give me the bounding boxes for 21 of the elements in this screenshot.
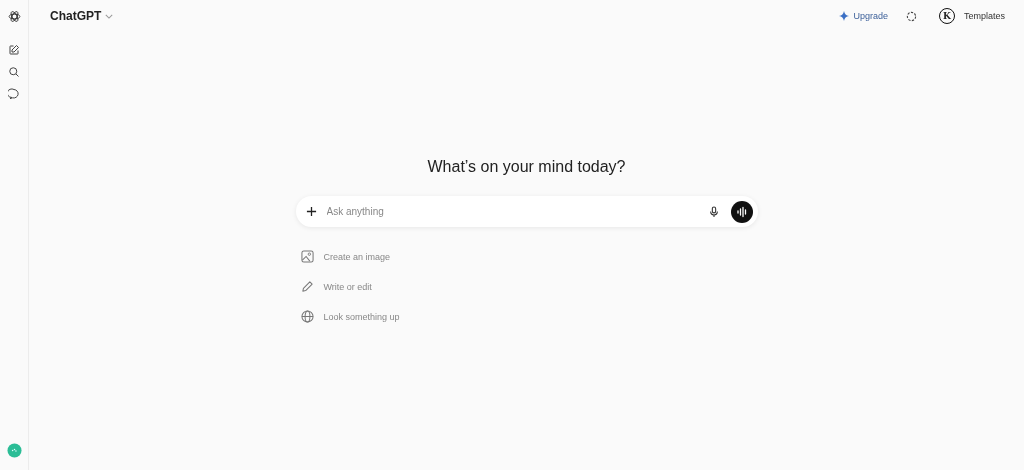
plus-icon[interactable] <box>305 206 317 217</box>
image-icon <box>300 250 314 263</box>
microphone-icon[interactable] <box>708 205 719 218</box>
globe-icon <box>300 310 314 323</box>
pencil-icon <box>300 280 314 293</box>
new-chat-icon[interactable] <box>8 44 20 56</box>
upgrade-button[interactable]: Upgrade <box>839 11 888 21</box>
suggestion-link[interactable]: Look something up <box>323 311 400 322</box>
search-icon[interactable] <box>8 66 20 78</box>
workspace-name: Templates <box>963 11 1005 21</box>
sparkle-icon <box>839 11 850 21</box>
suggestion-link[interactable]: Create an image <box>323 251 391 262</box>
heading: What’s on your mind today? <box>427 158 626 176</box>
voice-mode-button[interactable] <box>730 200 753 223</box>
prompt-input[interactable]: Ask anything <box>295 196 758 227</box>
loading-icon[interactable] <box>905 10 917 22</box>
model-selector[interactable]: ChatGPT <box>50 9 114 23</box>
logo-icon[interactable] <box>7 10 21 23</box>
chat-bubble-icon[interactable] <box>8 88 20 100</box>
chevron-down-icon <box>105 13 114 19</box>
suggestion-link[interactable]: Write or edit <box>323 281 372 292</box>
